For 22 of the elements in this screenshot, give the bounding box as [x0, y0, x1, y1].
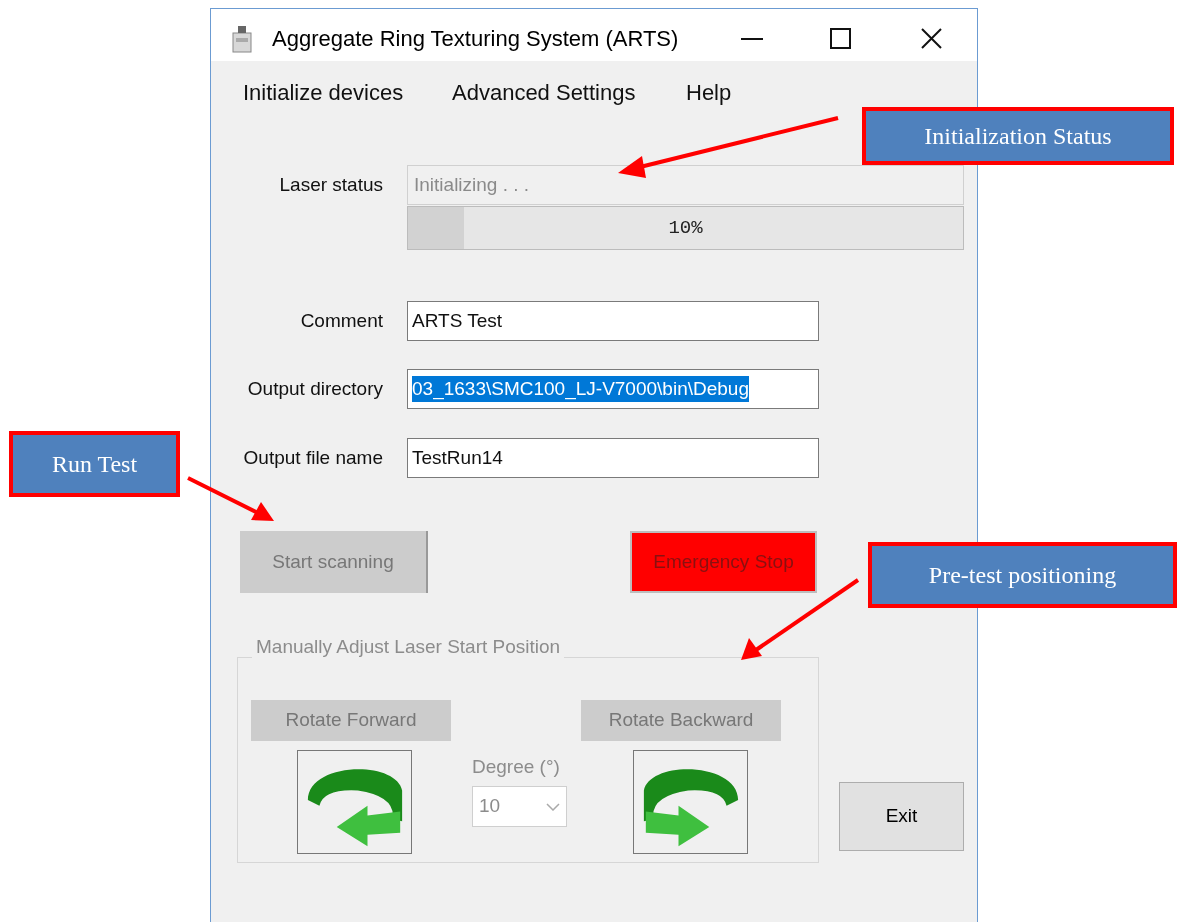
maximize-icon[interactable] — [830, 28, 851, 49]
status-field: Initializing . . . — [407, 165, 964, 205]
chevron-down-icon — [546, 802, 560, 811]
callout-label: Pre-test positioning — [868, 542, 1177, 608]
progress-text: 10% — [667, 216, 704, 240]
field-label: Comment — [300, 309, 383, 333]
app-icon — [230, 25, 254, 53]
window-title: Aggregate Ring Texturing System (ARTS) — [272, 25, 679, 53]
field-label: Output file name — [243, 446, 383, 470]
menu-item[interactable]: Initialize devices — [243, 79, 404, 107]
field-label: Laser status — [279, 173, 383, 197]
input-field[interactable]: TestRun14 — [407, 438, 819, 478]
degree-label: Degree (°) — [472, 755, 560, 779]
input-field[interactable]: 03_1633\SMC100_LJ-V7000\bin\Debug — [407, 369, 819, 409]
menu-item[interactable]: Advanced Settings — [452, 79, 636, 107]
callout-label: Run Test — [9, 431, 180, 497]
close-icon[interactable] — [921, 28, 942, 49]
exit-button[interactable]: Exit — [839, 782, 964, 851]
callout-label: Initialization Status — [862, 107, 1174, 165]
field-label: Output directory — [247, 377, 383, 401]
menu-item[interactable]: Help — [686, 79, 732, 107]
input-field[interactable]: ARTS Test — [407, 301, 819, 341]
